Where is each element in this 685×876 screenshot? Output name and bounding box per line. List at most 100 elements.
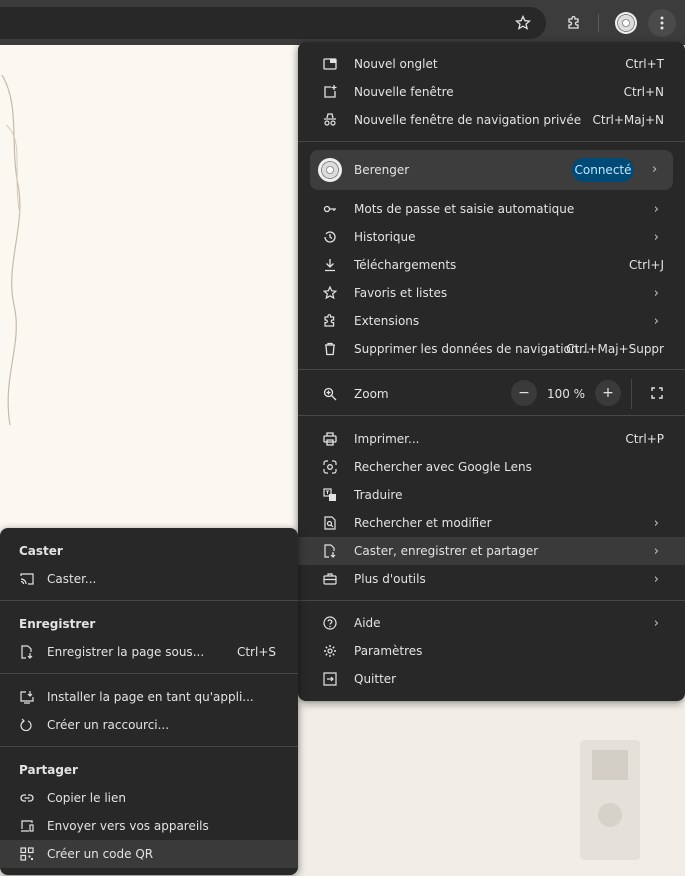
toolbox-icon: [323, 572, 337, 586]
extensions-icon[interactable]: [560, 9, 588, 37]
sync-status-badge: Connecté: [572, 158, 634, 182]
new-window-icon: [323, 85, 337, 99]
menu-label: Caster...: [47, 572, 97, 586]
zoom-value: 100 %: [546, 387, 586, 401]
menu-item-incognito[interactable]: Nouvelle fenêtre de navigation privée Ct…: [298, 106, 685, 134]
menu-label: Téléchargements: [354, 258, 457, 272]
profile-name: Berenger: [354, 163, 410, 177]
profile-row[interactable]: Berenger Connecté ›: [310, 150, 673, 190]
menu-item-clear-data[interactable]: Supprimer les données de navigation... C…: [298, 335, 685, 363]
key-icon: [323, 202, 337, 216]
install-icon: [20, 690, 34, 704]
menu-item-downloads[interactable]: Téléchargements Ctrl+J: [298, 251, 685, 279]
share-section-header: Partager: [19, 763, 78, 777]
menu-item-new-window[interactable]: Nouvelle fenêtre Ctrl+N: [298, 78, 685, 106]
menu-item-passwords[interactable]: Mots de passe et saisie automatique ›: [298, 195, 685, 223]
menu-item-translate[interactable]: Traduire: [298, 481, 685, 509]
menu-divider: [0, 600, 298, 601]
shortcut-text: Ctrl+Maj+N: [592, 113, 664, 127]
more-vert-icon[interactable]: [648, 9, 676, 37]
menu-label: Paramètres: [354, 644, 423, 658]
menu-item-history[interactable]: Historique ›: [298, 223, 685, 251]
menu-item-settings[interactable]: Paramètres: [298, 637, 685, 665]
zoom-label: Zoom: [354, 387, 389, 401]
menu-item-print[interactable]: Imprimer... Ctrl+P: [298, 425, 685, 453]
menu-item-bookmarks[interactable]: Favoris et listes ›: [298, 279, 685, 307]
gear-icon: [323, 644, 337, 658]
menu-label: Nouvel onglet: [354, 57, 438, 71]
devices-icon: [20, 819, 34, 833]
menu-label: Quitter: [354, 672, 397, 686]
chevron-right-icon: ›: [653, 202, 659, 217]
download-icon: [323, 258, 337, 272]
menu-label: Favoris et listes: [354, 286, 448, 300]
save-page-icon: [20, 645, 34, 659]
submenu-item-copy-link[interactable]: Copier le lien: [0, 784, 298, 812]
toolbar-divider: [598, 14, 599, 32]
submenu-item-install-app[interactable]: Installer la page en tant qu'appli...: [0, 683, 298, 711]
menu-label: Nouvelle fenêtre: [354, 85, 454, 99]
profile-avatar: [318, 158, 342, 182]
menu-item-quit[interactable]: Quitter: [298, 665, 685, 693]
menu-divider: [0, 746, 298, 747]
menu-item-cast-save-share[interactable]: Caster, enregistrer et partager ›: [298, 537, 685, 565]
menu-item-more-tools[interactable]: Plus d'outils ›: [298, 565, 685, 593]
cast-icon: [20, 572, 34, 586]
zoom-icon: [323, 387, 337, 401]
menu-label: Copier le lien: [47, 791, 126, 805]
address-bar[interactable]: [0, 7, 546, 39]
menu-label: Aide: [354, 616, 381, 630]
browser-toolbar: [0, 0, 685, 45]
menu-label: Rechercher avec Google Lens: [354, 460, 532, 474]
chrome-main-menu: Nouvel onglet Ctrl+T Nouvelle fenêtre Ct…: [298, 42, 685, 701]
zoom-divider: [631, 379, 632, 409]
chevron-right-icon: ›: [653, 230, 659, 245]
menu-divider: [298, 141, 685, 142]
extensions-icon: [323, 314, 337, 328]
submenu-item-qr-code[interactable]: Créer un code QR: [0, 840, 298, 868]
shortcut-text: Ctrl+T: [625, 57, 664, 71]
star-icon: [323, 286, 337, 300]
menu-divider: [298, 600, 685, 601]
lens-icon: [323, 460, 337, 474]
menu-label: Nouvelle fenêtre de navigation privée: [354, 113, 582, 127]
menu-label: Traduire: [354, 488, 403, 502]
submenu-item-cast[interactable]: Caster...: [0, 565, 298, 593]
menu-item-new-tab[interactable]: Nouvel onglet Ctrl+T: [298, 50, 685, 78]
print-icon: [323, 432, 337, 446]
menu-item-google-lens[interactable]: Rechercher avec Google Lens: [298, 453, 685, 481]
menu-item-help[interactable]: Aide ›: [298, 609, 685, 637]
chevron-right-icon: ›: [653, 286, 659, 301]
menu-item-extensions[interactable]: Extensions ›: [298, 307, 685, 335]
shortcut-text: Ctrl+N: [623, 85, 664, 99]
cast-save-share-submenu: Caster Caster... Enregistrer Enregistrer…: [0, 528, 298, 875]
exit-icon: [323, 672, 337, 686]
profile-avatar[interactable]: [612, 9, 640, 37]
submenu-item-send-devices[interactable]: Envoyer vers vos appareils: [0, 812, 298, 840]
submenu-item-save-page[interactable]: Enregistrer la page sous... Ctrl+S: [0, 638, 298, 666]
link-icon: [20, 791, 34, 805]
menu-label: Plus d'outils: [354, 572, 426, 586]
history-icon: [323, 230, 337, 244]
menu-label: Créer un code QR: [47, 847, 154, 861]
translate-icon: [323, 488, 337, 502]
save-page-icon: [323, 544, 337, 558]
menu-item-find-edit[interactable]: Rechercher et modifier ›: [298, 509, 685, 537]
submenu-item-create-shortcut[interactable]: Créer un raccourci...: [0, 711, 298, 739]
fullscreen-icon[interactable]: [648, 384, 666, 402]
shortcut-text: Ctrl+J: [629, 258, 664, 272]
zoom-in-button[interactable]: +: [595, 380, 621, 406]
chevron-right-icon: ›: [653, 314, 659, 329]
star-icon[interactable]: [509, 9, 537, 37]
menu-label: Imprimer...: [354, 432, 420, 446]
chevron-right-icon: ›: [653, 516, 659, 531]
shortcut-text: Ctrl+Maj+Suppr: [566, 342, 664, 356]
chevron-right-icon: ›: [653, 572, 659, 587]
menu-divider: [298, 369, 685, 370]
cast-section-header: Caster: [19, 544, 63, 558]
chevron-right-icon: ›: [653, 616, 659, 631]
menu-label: Envoyer vers vos appareils: [47, 819, 209, 833]
new-tab-icon: [323, 57, 337, 71]
zoom-out-button[interactable]: −: [511, 380, 537, 406]
menu-label: Caster, enregistrer et partager: [354, 544, 539, 558]
